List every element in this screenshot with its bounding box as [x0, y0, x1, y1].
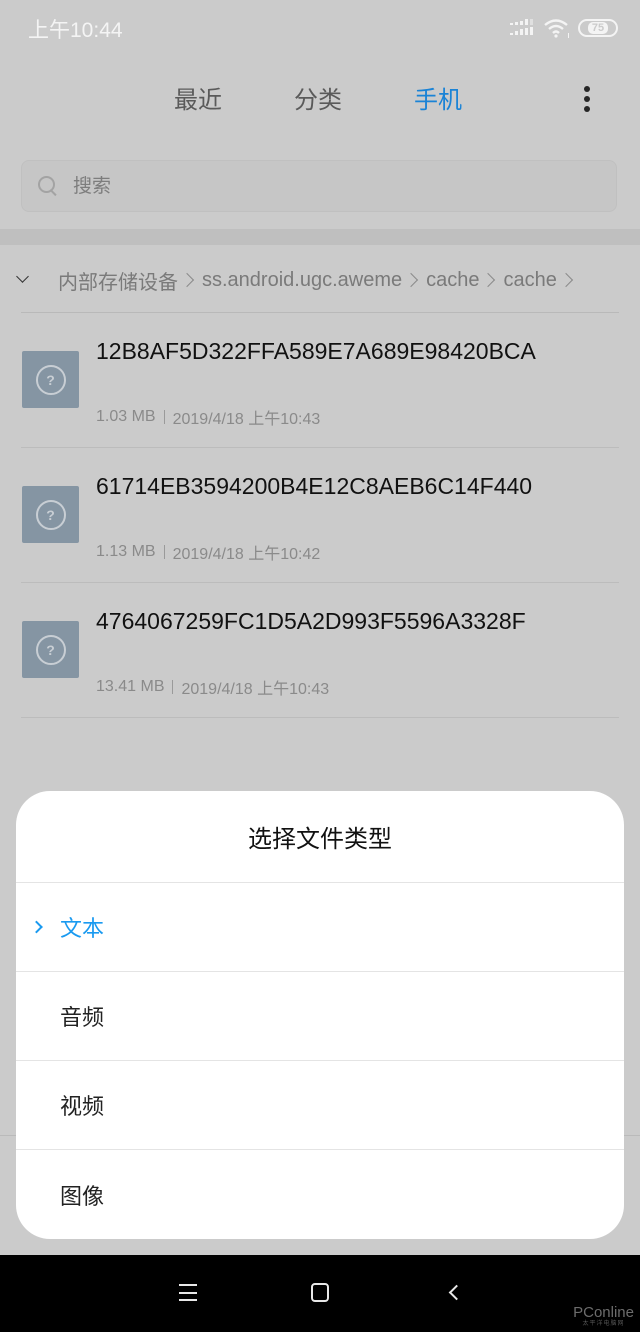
navigation-bar: PConline 太平洋电脑网 [0, 1255, 640, 1332]
file-size: 1.13 MB [96, 543, 156, 560]
meta-separator [163, 410, 165, 424]
file-type-sheet: 选择文件类型 文本 音频 视频 图像 [16, 791, 624, 1239]
file-date: 2019/4/18 上午10:42 [172, 546, 321, 563]
chevron-right-icon [558, 272, 573, 288]
file-date: 2019/4/18 上午10:43 [181, 681, 330, 698]
chevron-down-icon[interactable] [16, 272, 32, 288]
menu-line [179, 1299, 197, 1301]
back-icon[interactable] [448, 1284, 465, 1301]
tab-phone[interactable]: 手机 [414, 80, 462, 115]
search-icon [37, 175, 59, 197]
chevron-right-icon [481, 272, 496, 288]
more-vertical-icon[interactable] [576, 82, 598, 116]
option-text[interactable]: 文本 [16, 883, 624, 972]
file-name: 12B8AF5D322FFA589E7A689E98420BCA [96, 338, 536, 364]
breadcrumb-item-cache-current[interactable]: cache [503, 269, 556, 292]
breadcrumb-item-internal-storage[interactable]: 内部存储设备 [58, 266, 178, 295]
watermark-logo: PConline [573, 1304, 634, 1321]
watermark: PConline 太平洋电脑网 [573, 1305, 634, 1328]
breadcrumb-item-cache[interactable]: cache [426, 269, 479, 292]
file-name: 61714EB3594200B4E12C8AEB6C14F440 [96, 473, 533, 499]
sheet-title: 选择文件类型 [16, 791, 624, 883]
status-icons: 75 [510, 17, 618, 39]
menu-icon[interactable] [179, 1284, 197, 1301]
file-list: ? 12B8AF5D322FFA589E7A689E98420BCA 1.03 … [0, 313, 640, 718]
option-label: 图像 [60, 1184, 105, 1210]
wifi-icon [544, 18, 569, 38]
option-label: 音频 [60, 1006, 105, 1031]
more-dot [584, 106, 590, 112]
meta-separator [163, 545, 165, 559]
file-row[interactable]: ? 12B8AF5D322FFA589E7A689E98420BCA 1.03 … [0, 313, 640, 448]
section-divider [0, 229, 640, 245]
breadcrumb: 内部存储设备 ss.android.ugc.aweme cache cache [0, 262, 640, 298]
unknown-file-icon: ? [22, 621, 79, 678]
chevron-right-icon [30, 920, 43, 934]
unknown-file-icon: ? [22, 486, 79, 543]
signal-icon [510, 19, 534, 37]
battery-icon: 75 [578, 19, 618, 37]
status-time: 上午10:44 [28, 19, 123, 42]
option-audio[interactable]: 音频 [16, 972, 624, 1061]
file-name: 4764067259FC1D5A2D993F5596A3328F [96, 608, 526, 634]
menu-line [179, 1284, 197, 1286]
search-bar[interactable] [21, 160, 617, 212]
chevron-right-icon [404, 272, 419, 288]
search-input[interactable] [73, 175, 573, 197]
tab-recent[interactable]: 最近 [174, 80, 222, 115]
file-meta: 1.03 MB 2019/4/18 上午10:43 [96, 405, 320, 429]
status-bar: 上午10:44 75 [0, 0, 640, 58]
unknown-file-icon: ? [22, 351, 79, 408]
file-meta: 1.13 MB 2019/4/18 上午10:42 [96, 540, 320, 564]
file-row[interactable]: ? 61714EB3594200B4E12C8AEB6C14F440 1.13 … [0, 448, 640, 583]
file-meta: 13.41 MB 2019/4/18 上午10:43 [96, 675, 329, 699]
file-date: 2019/4/18 上午10:43 [172, 411, 321, 428]
option-video[interactable]: 视频 [16, 1061, 624, 1150]
file-size: 1.03 MB [96, 408, 156, 425]
file-row[interactable]: ? 4764067259FC1D5A2D993F5596A3328F 13.41… [0, 583, 640, 718]
option-image[interactable]: 图像 [16, 1150, 624, 1239]
home-icon[interactable] [311, 1283, 329, 1302]
top-tabs: 最近 分类 手机 [0, 80, 640, 122]
battery-level: 75 [587, 22, 609, 34]
chevron-right-icon [179, 272, 195, 288]
tab-category[interactable]: 分类 [294, 80, 342, 115]
option-label: 文本 [60, 917, 105, 942]
option-label: 视频 [60, 1095, 105, 1120]
meta-separator [172, 680, 174, 694]
more-dot [584, 86, 590, 92]
breadcrumb-item-app-folder[interactable]: ss.android.ugc.aweme [202, 269, 402, 292]
watermark-subtitle: 太平洋电脑网 [582, 1321, 625, 1327]
more-dot [584, 96, 590, 102]
file-size: 13.41 MB [96, 678, 165, 695]
menu-line [179, 1291, 197, 1294]
